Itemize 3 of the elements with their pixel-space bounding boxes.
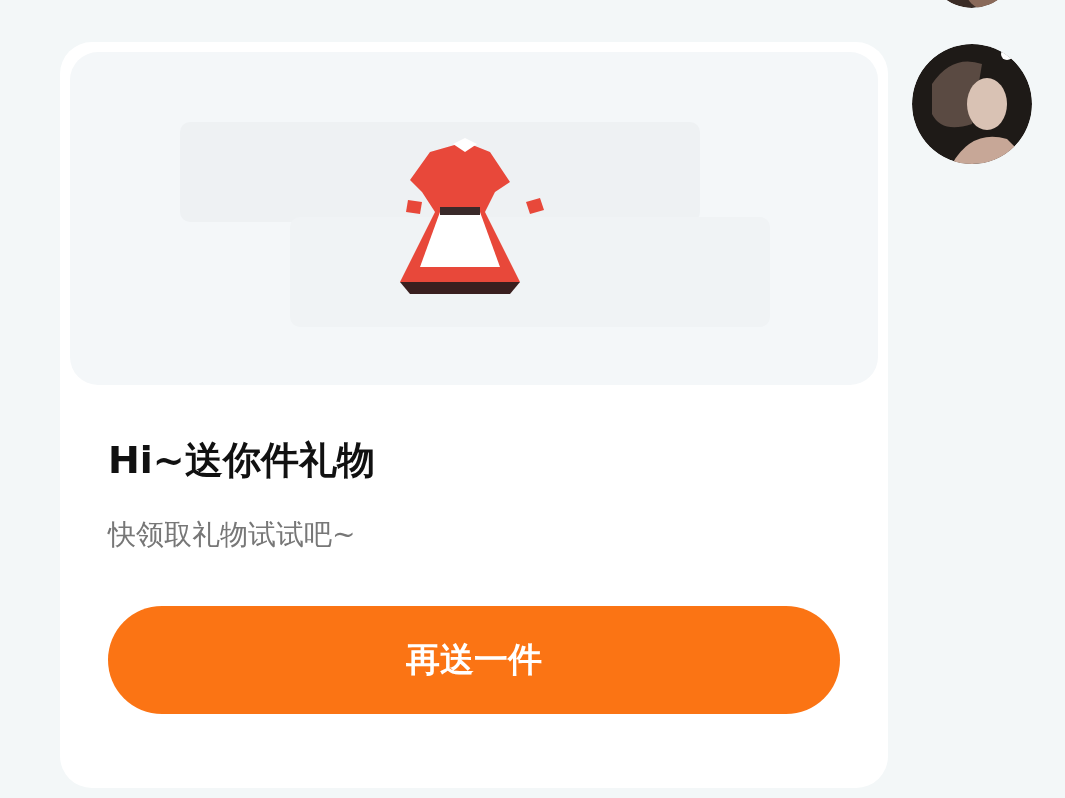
- gift-title: Hi~送你件礼物: [108, 437, 376, 484]
- gift-subtitle: 快领取礼物试试吧~: [108, 517, 357, 553]
- send-again-button[interactable]: 再送一件: [108, 606, 840, 714]
